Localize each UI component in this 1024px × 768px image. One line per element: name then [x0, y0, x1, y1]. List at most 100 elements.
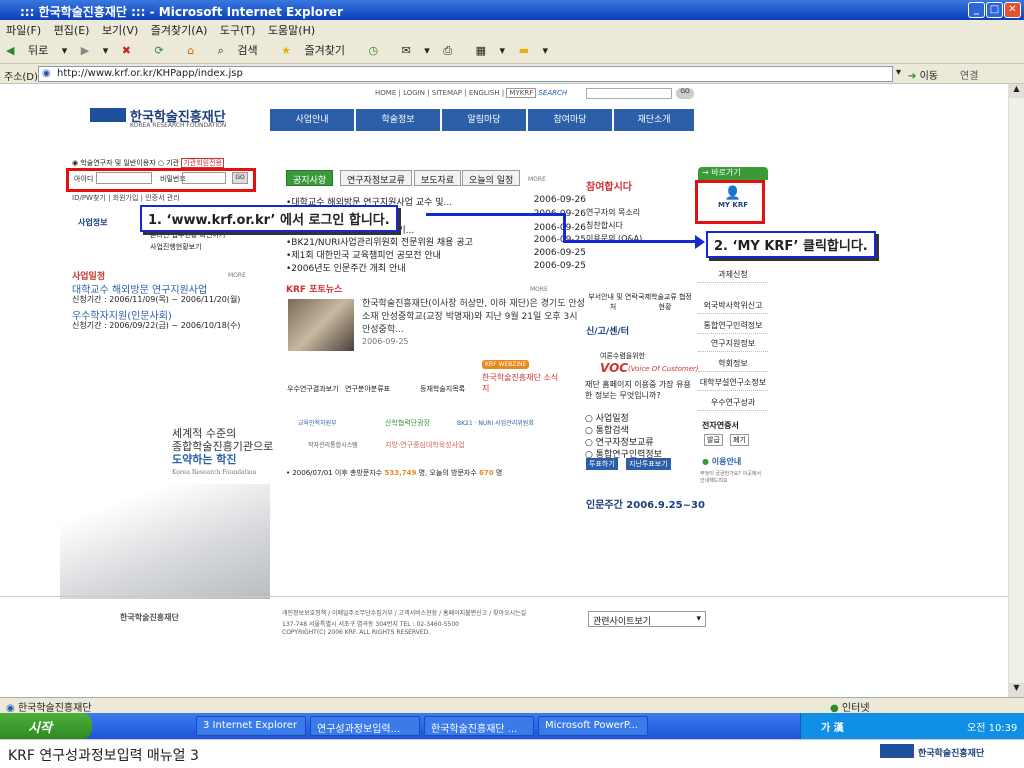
address-input[interactable]: ◉ http://www.krf.or.kr/KHPapp/index.jsp [38, 66, 893, 82]
vertical-scrollbar[interactable]: ▲ ▼ [1008, 84, 1024, 697]
dept-contact-link[interactable]: 부서안내 및 연락처 [588, 292, 638, 312]
humanities-week-banner[interactable]: 인문주간 2006.9.25~30 [586, 496, 705, 511]
find-idpw-link[interactable]: ID/PW찾기 [72, 194, 106, 202]
cert-revoke-button[interactable]: 폐기 [730, 434, 749, 446]
go-arrow-icon: ➔ [908, 71, 917, 82]
folder-button[interactable]: ▬ ▾ [519, 44, 548, 57]
related-sites-select[interactable]: 관련사이트보기 ▾ [588, 611, 706, 627]
step2-callout: 2. ‘MY KRF’ 클릭합니다. [706, 231, 876, 258]
partner-regional[interactable]: 지방·연구중심대학육성사업 [385, 440, 465, 450]
address-dropdown-icon[interactable]: ▾ [896, 67, 901, 78]
sidebar-research-support[interactable]: 연구지원정보 [698, 336, 768, 352]
photo-news-image[interactable] [288, 299, 354, 351]
news-item-5[interactable]: •제1회 대한민국 교육챔피언 공모전 안내 2006-09-25 [286, 248, 586, 261]
print-button[interactable]: ⎙ [443, 44, 462, 57]
participate-voice[interactable]: 연구자의 목소리 [586, 207, 640, 218]
nav-cs-center[interactable]: 참여마당 [528, 109, 612, 131]
favorites-button[interactable]: ★ 즐겨찾기 [281, 44, 355, 57]
sidebar-society-info[interactable]: 학회정보 [698, 356, 768, 372]
sidebar-foreign-degree[interactable]: 외국박사학위신고 [698, 298, 768, 314]
shortcut-header: → 바로가기 [698, 167, 768, 180]
biz-schedule-more[interactable]: MORE [228, 272, 246, 279]
partner-bk21[interactable]: BK21 · NURI 사업관리위원회 [457, 418, 534, 427]
step2-arrow-head [695, 235, 705, 249]
task-ie[interactable]: 3 Internet Explorer [196, 716, 306, 736]
refresh-button[interactable]: ⟳ [154, 44, 173, 57]
participate-praise[interactable]: 칭찬합시다 [586, 220, 623, 231]
past-polls-button[interactable]: 지난투표보기 [626, 458, 671, 470]
menu-favorites[interactable]: 즐겨찾기(A) [151, 24, 208, 37]
cert-issue-button[interactable]: 발급 [704, 434, 723, 446]
top-link-login[interactable]: LOGIN [403, 89, 425, 97]
partner-moe[interactable]: 교육인적자원부 [298, 418, 337, 427]
partner-industry[interactable]: 산학협력단광장 [385, 418, 430, 428]
tab-press[interactable]: 보도자료 [414, 170, 462, 186]
sidebar-research-personnel[interactable]: 통합연구인력정보 [698, 318, 768, 334]
site-search-input[interactable] [586, 88, 672, 99]
join-link[interactable]: 회원가입 [113, 194, 139, 202]
tab-notice[interactable]: 공지사항 [286, 170, 334, 186]
nav-program[interactable]: 사업안내 [270, 109, 354, 131]
mail-button[interactable]: ✉ ▾ [402, 44, 430, 57]
edit-button[interactable]: ▦ ▾ [476, 44, 505, 57]
scroll-up-icon[interactable]: ▲ [1009, 84, 1024, 98]
vote-button[interactable]: 투표하기 [586, 458, 618, 470]
minimize-button[interactable]: _ [968, 2, 985, 18]
nav-notice[interactable]: 알림마당 [442, 109, 526, 131]
close-button[interactable]: ✕ [1004, 2, 1021, 18]
footer-links[interactable]: 개인정보보호정책 / 이메일주소무단수집거부 / 고객서비스헌장 / 홈페이지불… [282, 608, 526, 617]
forward-button[interactable]: ▶ ▾ [81, 44, 109, 57]
task-folder[interactable]: 연구성과정보입력... [310, 716, 420, 736]
history-button[interactable]: ◷ [368, 44, 388, 57]
webzine-title[interactable]: 한국학술진흥재단 소식지 [482, 372, 562, 394]
sidebar-best-results[interactable]: 우수연구성과 [698, 395, 768, 411]
quick-journal-list[interactable]: 등재학술지목록 [420, 384, 465, 394]
cert-link[interactable]: 인증서 관리 [145, 194, 179, 202]
news-more[interactable]: MORE [528, 176, 546, 183]
task-krf-site[interactable]: 한국학술진흥재단 ... [424, 716, 534, 736]
sidebar-task-apply[interactable]: 과제신청 [698, 267, 768, 283]
top-link-home[interactable]: HOME [375, 89, 396, 97]
sidebar-institute-info[interactable]: 대학부설연구소정보 [698, 375, 768, 391]
report-center[interactable]: 신/고/센/터 [586, 324, 629, 337]
menu-tools[interactable]: 도구(T) [220, 24, 256, 37]
quick-best-research[interactable]: 우수연구결과보기 [287, 384, 339, 394]
task-powerpoint[interactable]: Microsoft PowerP... [538, 716, 648, 736]
menu-edit[interactable]: 편집(E) [54, 24, 90, 37]
nav-database[interactable]: 학술정보 [356, 109, 440, 131]
maximize-button[interactable]: □ [986, 2, 1003, 18]
go-button[interactable]: ➔ 이동 [908, 67, 938, 82]
site-search-go-button[interactable]: GO [676, 88, 694, 99]
menu-file[interactable]: 파일(F) [6, 24, 41, 37]
news-item-6[interactable]: •2006년도 인문주간 개최 안내 2006-09-25 [286, 261, 586, 274]
top-link-search[interactable]: SEARCH [538, 89, 567, 97]
menu-help[interactable]: 도움말(H) [268, 24, 315, 37]
quick-research-classification[interactable]: 연구분야분류표 [345, 384, 390, 394]
search-button[interactable]: ⌕ 검색 [218, 44, 268, 57]
top-link-mykrf[interactable]: MYKRF [506, 88, 537, 98]
login-type-researcher-radio[interactable]: ◉ [72, 159, 78, 167]
intl-exchange-link[interactable]: 국제학술교류 협정현황 [638, 292, 692, 312]
biz-info-item-2[interactable]: 사업진행현황보기 [150, 242, 202, 252]
start-button[interactable]: 시작 [0, 713, 92, 739]
menu-view[interactable]: 보기(V) [102, 24, 138, 37]
tab-researcher-exchange[interactable]: 연구자정보교류 [340, 170, 412, 186]
news-item-4[interactable]: •BK21/NURI사업관리위원회 전문위원 채용 공고 2006-09-25 [286, 235, 586, 248]
nav-information[interactable]: 재단소개 [614, 109, 694, 131]
scroll-down-icon[interactable]: ▼ [1009, 683, 1024, 697]
stop-button[interactable]: ✖ [122, 44, 141, 57]
guide-title[interactable]: ● 이용안내 [702, 456, 741, 467]
photo-news-more[interactable]: MORE [530, 286, 548, 293]
partner-scholar-system[interactable]: 학자관리통합시스템 [308, 440, 358, 449]
org-login-button[interactable]: 기관회원전용 [181, 158, 224, 168]
home-button[interactable]: ⌂ [187, 44, 204, 57]
login-type-org-radio[interactable]: ○ [158, 159, 164, 167]
tab-today-schedule[interactable]: 오늘의 일정 [462, 170, 521, 186]
back-button[interactable]: ◀ 뒤로 ▾ [6, 44, 67, 57]
top-link-sitemap[interactable]: SITEMAP [432, 89, 462, 97]
photo-news-text[interactable]: 한국학술진흥재단(이사장 허상만, 이하 재단)은 경기도 안성 소재 안성중학… [362, 298, 586, 337]
top-link-english[interactable]: ENGLISH [469, 89, 500, 97]
help-icon: ● [702, 457, 709, 466]
ime-indicator[interactable]: 가 漢 [821, 719, 844, 734]
links-label[interactable]: 연결 [960, 67, 978, 82]
